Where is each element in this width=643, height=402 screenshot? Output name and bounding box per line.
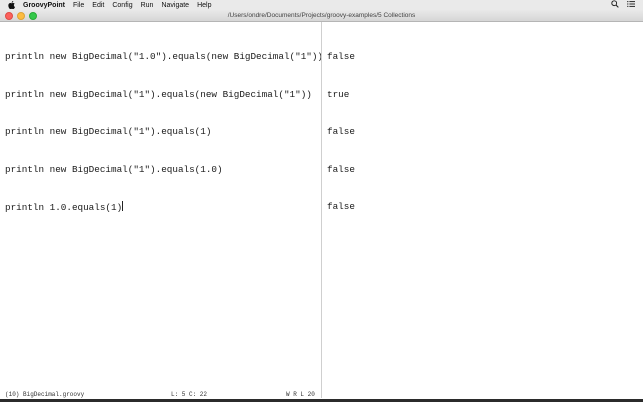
menu-help[interactable]: Help: [197, 2, 211, 9]
window-controls: [5, 12, 37, 20]
menu-navigate[interactable]: Navigate: [161, 2, 189, 9]
code-line[interactable]: println new BigDecimal("1").equals(new B…: [5, 89, 323, 102]
menu-file[interactable]: File: [73, 2, 84, 9]
output-line: false: [327, 126, 355, 137]
output-line: false: [327, 51, 355, 62]
code-line[interactable]: println new BigDecimal("1").equals(1): [5, 126, 323, 139]
apple-icon[interactable]: [8, 1, 15, 9]
menu-bar: GroovyPoint File Edit Config Run Navigat…: [0, 0, 643, 10]
menu-edit[interactable]: Edit: [92, 2, 104, 9]
code-line-text: println 1.0.equals(1): [5, 202, 123, 213]
output-text: false true false false false: [327, 26, 355, 239]
app-menu-groovypoint[interactable]: GroovyPoint: [23, 2, 65, 9]
status-cursor-position: L: 5 C: 22: [171, 391, 208, 398]
menu-config[interactable]: Config: [112, 2, 132, 9]
text-caret: [122, 201, 124, 211]
code-editor[interactable]: println new BigDecimal("1.0").equals(new…: [0, 22, 323, 390]
search-icon[interactable]: [611, 0, 619, 10]
window-title: /Users/ondre/Documents/Projects/groovy-e…: [227, 12, 416, 19]
output-line: true: [327, 88, 350, 100]
window-title-bar[interactable]: /Users/ondre/Documents/Projects/groovy-e…: [0, 10, 643, 22]
status-file-name: (10) BigDecimal.groovy: [5, 391, 85, 398]
code-line-current[interactable]: println 1.0.equals(1): [5, 201, 323, 214]
output-panel: false true false false false: [322, 22, 643, 398]
menu-run[interactable]: Run: [141, 2, 154, 9]
maximize-window-button[interactable]: [29, 12, 37, 20]
menu-bar-extras: [611, 0, 635, 10]
code-line[interactable]: println new BigDecimal("1.0").equals(new…: [5, 51, 323, 64]
status-bar: (10) BigDecimal.groovy L: 5 C: 22 W R L …: [0, 390, 321, 399]
minimize-window-button[interactable]: [17, 12, 25, 20]
status-flags: W R L 20: [286, 391, 315, 398]
code-line[interactable]: println new BigDecimal("1").equals(1.0): [5, 164, 323, 177]
list-icon[interactable]: [627, 0, 635, 10]
code-area[interactable]: println new BigDecimal("1.0").equals(new…: [5, 26, 323, 239]
output-line: false: [327, 201, 355, 212]
close-window-button[interactable]: [5, 12, 13, 20]
output-line: false: [327, 163, 355, 175]
